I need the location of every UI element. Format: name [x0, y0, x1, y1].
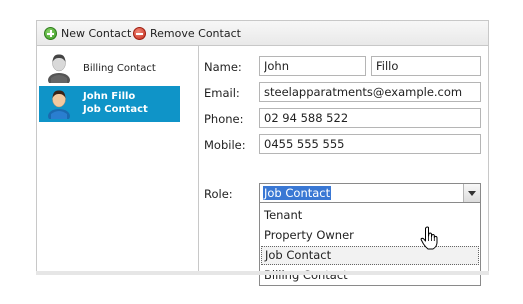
chevron-down-icon[interactable] [463, 184, 480, 202]
toolbar: New Contact Remove Contact [37, 21, 488, 46]
first-name-field[interactable] [259, 56, 366, 76]
contact-name: John Fillo [83, 91, 136, 102]
contact-form: Name: Email: Phone: Mobile: Role: Job Co… [199, 46, 488, 286]
remove-contact-button[interactable]: Remove Contact [133, 26, 241, 41]
mobile-field[interactable] [259, 134, 481, 154]
role-option-tenant[interactable]: Tenant [261, 206, 479, 225]
role-label: Role: [204, 187, 233, 201]
hand-pointer-icon [420, 226, 438, 250]
remove-contact-label: Remove Contact [150, 27, 241, 40]
contact-list: Billing Contact John Fillo Job Contact [37, 46, 199, 271]
phone-field[interactable] [259, 108, 481, 128]
role-select[interactable]: Job Contact [259, 183, 481, 203]
new-contact-button[interactable]: New Contact [44, 26, 131, 41]
mobile-label: Mobile: [204, 138, 246, 152]
person-avatar-icon [48, 90, 70, 119]
panel-shadow-bar [36, 271, 489, 275]
role-option-job-contact[interactable]: Job Contact [261, 246, 479, 265]
role-option-property-owner[interactable]: Property Owner [261, 226, 479, 245]
role-option-billing-contact[interactable]: Billing Contact [261, 266, 479, 285]
name-label: Name: [204, 60, 242, 74]
last-name-field[interactable] [371, 56, 481, 76]
add-icon [44, 27, 57, 40]
remove-icon [133, 27, 146, 40]
new-contact-label: New Contact [61, 27, 132, 40]
phone-label: Phone: [204, 112, 244, 126]
contact-role: Job Contact [83, 104, 148, 115]
email-label: Email: [204, 86, 240, 100]
contact-item-john-fillo[interactable]: John Fillo Job Contact [39, 86, 180, 122]
email-field[interactable] [259, 82, 481, 102]
contact-item-billing[interactable]: Billing Contact [39, 50, 180, 86]
contact-name: Billing Contact [83, 63, 156, 74]
role-selected-value: Job Contact [263, 186, 332, 200]
person-avatar-icon [48, 54, 70, 83]
